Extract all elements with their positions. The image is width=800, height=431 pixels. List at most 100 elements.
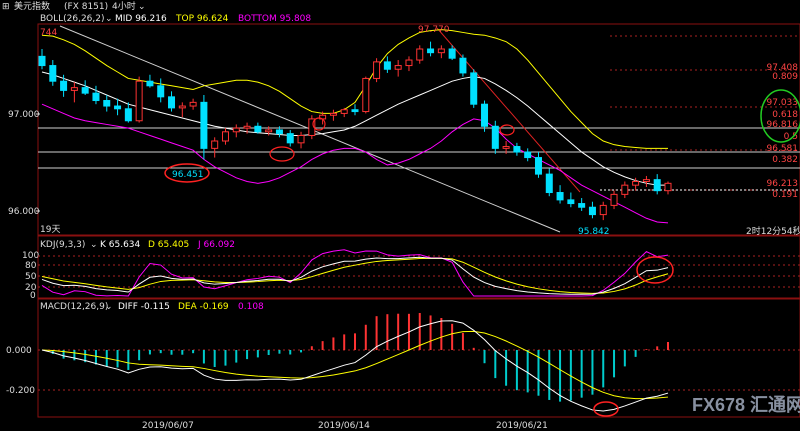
candle-body bbox=[103, 100, 111, 107]
candle-body bbox=[416, 48, 424, 61]
candle bbox=[653, 174, 661, 195]
candle bbox=[416, 45, 424, 64]
candle bbox=[221, 128, 229, 145]
candle bbox=[491, 120, 499, 154]
candle bbox=[427, 41, 435, 57]
candle-body bbox=[437, 48, 445, 54]
fib-level-label: 96.581 bbox=[767, 144, 799, 154]
candle bbox=[578, 198, 586, 211]
candle bbox=[383, 56, 391, 73]
candle-body bbox=[114, 105, 122, 110]
candle bbox=[286, 129, 294, 147]
candle-body bbox=[81, 87, 89, 94]
candle-body bbox=[448, 48, 456, 59]
candle bbox=[38, 49, 46, 70]
candle bbox=[567, 192, 575, 208]
candle-body bbox=[243, 125, 251, 129]
candle bbox=[49, 60, 57, 86]
boll-mid-label: MID 96.216 bbox=[115, 14, 167, 24]
candle bbox=[103, 95, 111, 112]
kdj-axis: 100 80 50 20 0 bbox=[22, 251, 39, 301]
candle bbox=[329, 109, 337, 121]
date-label: 2019/06/21 bbox=[496, 421, 548, 431]
candle bbox=[545, 168, 553, 197]
candle-body bbox=[38, 55, 46, 67]
trend-line[interactable] bbox=[436, 27, 581, 193]
candle bbox=[232, 124, 240, 138]
candle-body bbox=[545, 173, 553, 194]
candle-body bbox=[232, 127, 240, 133]
candle-body bbox=[265, 129, 273, 133]
candle-body bbox=[427, 48, 435, 54]
candles bbox=[38, 41, 672, 221]
candle-body bbox=[329, 112, 337, 116]
candle bbox=[470, 69, 478, 108]
fib-level-label: 96.213 bbox=[767, 179, 799, 189]
candle-body bbox=[92, 92, 100, 102]
candle-body bbox=[632, 180, 640, 186]
bars-count: 19天 bbox=[40, 225, 60, 235]
fib-level-label: 0.809 bbox=[772, 72, 798, 82]
boll-label: BOLL(26,26,2) bbox=[40, 14, 105, 24]
candle-body bbox=[394, 65, 402, 70]
candle-body bbox=[254, 125, 262, 133]
svg-text:-0.200: -0.200 bbox=[6, 386, 35, 396]
price-chart[interactable]: 美元指数 (FX 8151) 4小时 ⌄ ⊞ BOLL(26,26,2) ⌄ M… bbox=[0, 0, 800, 431]
candle-body bbox=[297, 134, 305, 144]
candle bbox=[92, 85, 100, 105]
macd-label: MACD(12,26,9) bbox=[40, 302, 108, 312]
kdj-label: KDJ(9,3,3) bbox=[40, 240, 85, 250]
boll-bands bbox=[41, 29, 669, 224]
marker-circle bbox=[499, 124, 515, 136]
candle-body bbox=[60, 80, 68, 91]
price-tick: 97.000 bbox=[8, 110, 40, 120]
low-right-value: 95.842 bbox=[578, 227, 610, 237]
candle-body bbox=[567, 199, 575, 205]
candle-body bbox=[653, 179, 661, 192]
fib-level-label: 0.382 bbox=[772, 155, 798, 165]
candle-body bbox=[146, 80, 154, 87]
candle bbox=[459, 54, 467, 77]
candle-body bbox=[189, 101, 197, 107]
candle bbox=[81, 80, 89, 95]
fib-level-label: 97.033 bbox=[767, 98, 799, 108]
candle-body bbox=[275, 129, 283, 135]
candle-body bbox=[556, 192, 564, 201]
low-left-value: 96.451 bbox=[172, 170, 204, 180]
candle bbox=[340, 107, 348, 118]
candle bbox=[114, 98, 122, 116]
candle-body bbox=[524, 151, 532, 159]
left-top-value: 744 bbox=[40, 28, 57, 38]
kdj-legend: KDJ(9,3,3) ⌄ K 65.634 D 65.405 J 66.092 bbox=[40, 240, 235, 250]
kdj-d-label: D 65.405 bbox=[148, 240, 189, 250]
date-label: 2019/06/07 bbox=[142, 421, 194, 431]
expand-icon[interactable]: ⊞ bbox=[2, 2, 10, 12]
candle-body bbox=[481, 103, 489, 127]
candle bbox=[297, 131, 305, 149]
candle bbox=[70, 82, 78, 103]
candle-body bbox=[588, 206, 596, 216]
candle bbox=[146, 74, 154, 88]
app-title: 美元指数 bbox=[14, 0, 50, 12]
candle bbox=[200, 95, 208, 160]
candle-body bbox=[286, 133, 294, 144]
candle bbox=[513, 142, 521, 156]
macd-hist-label: 0.108 bbox=[238, 302, 264, 312]
kdj-lines bbox=[41, 249, 669, 297]
candle-body bbox=[168, 96, 176, 109]
candle bbox=[178, 102, 186, 118]
candle bbox=[437, 45, 445, 59]
kdj-k-label: K 65.634 bbox=[100, 240, 141, 250]
fib-labels: 97.4080.80997.0330.61896.8160.596.5810.3… bbox=[767, 63, 799, 200]
candle-body bbox=[362, 77, 370, 113]
candle-body bbox=[178, 105, 186, 109]
chevron-down-icon[interactable]: ⌄ bbox=[138, 2, 146, 12]
boll-legend: BOLL(26,26,2) ⌄ MID 96.216 TOP 96.624 BO… bbox=[40, 14, 311, 24]
kdj-j-line bbox=[41, 249, 669, 297]
candle-body bbox=[221, 131, 229, 142]
candle bbox=[211, 137, 219, 158]
candle-body bbox=[664, 182, 672, 192]
macd-dea-label: DEA -0.169 bbox=[178, 302, 229, 312]
boll-top-label: TOP 96.624 bbox=[175, 14, 229, 24]
candle bbox=[588, 201, 596, 219]
